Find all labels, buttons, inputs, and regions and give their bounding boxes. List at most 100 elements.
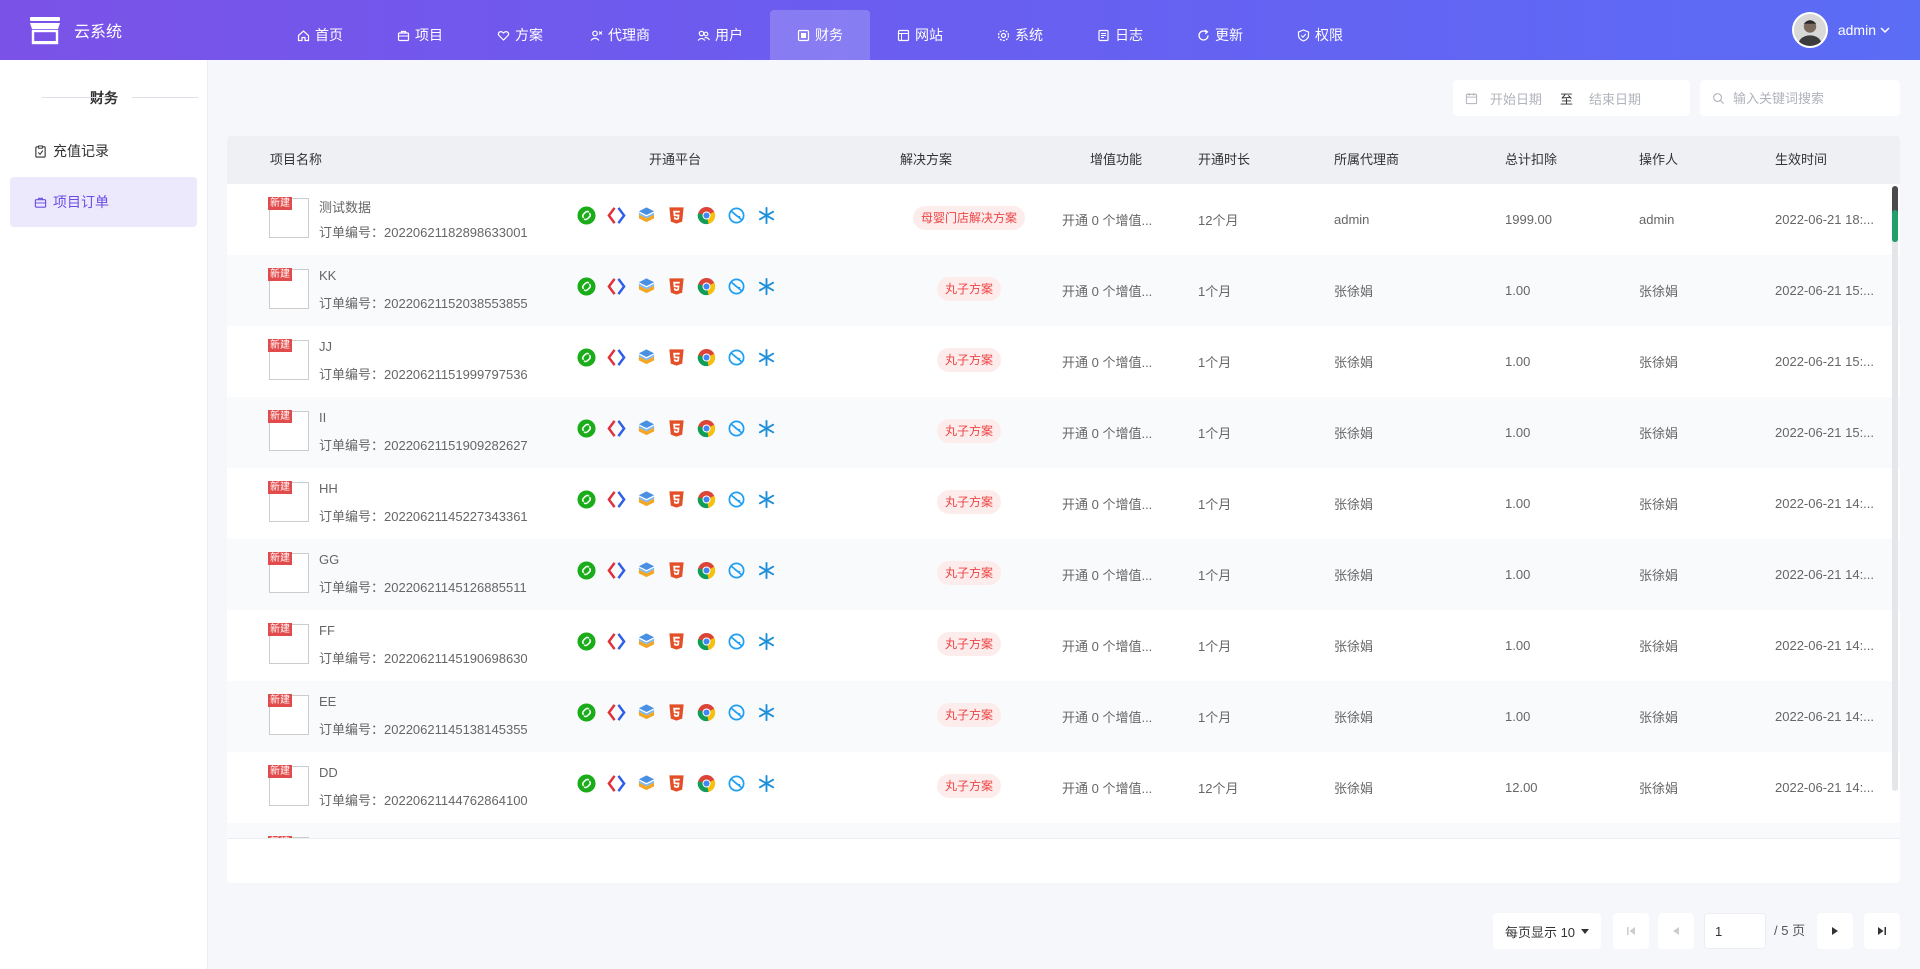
table-row[interactable]: 新建 DD 订单编号：20220621144762864100 丸子方案 开通 0 个增…	[227, 752, 1900, 823]
wechat-miniprogram-icon	[577, 561, 596, 580]
end-date-input[interactable]: 结束日期	[1589, 89, 1641, 108]
nav-item-heart[interactable]: 方案	[470, 10, 570, 60]
cell-addon: 开通 0 个增值...	[1062, 781, 1153, 796]
order-number-value: 20220621151999797536	[384, 367, 528, 382]
alipay-icon	[727, 774, 746, 793]
cell-agent: admin	[1334, 212, 1370, 227]
sidebar-item-label: 充值记录	[53, 143, 109, 159]
wechat-miniprogram-icon	[577, 348, 596, 367]
project-thumbnail: 新建	[268, 694, 309, 735]
table-row[interactable]: 新建 HH 订单编号：20220621145227343361 丸子方案 开通 0 个增…	[227, 468, 1900, 539]
nav-item-log[interactable]: 日志	[1070, 10, 1170, 60]
table-row[interactable]: 新建 II 订单编号：20220621151909282627 丸子方案 开通 0 个增…	[227, 397, 1900, 468]
start-date-input[interactable]: 开始日期	[1490, 89, 1542, 108]
nav-item-users[interactable]: 用户	[670, 10, 770, 60]
brand-name: 云系统	[74, 24, 123, 41]
nav-item-briefcase[interactable]: 项目	[370, 10, 470, 60]
baidu-icon	[637, 490, 656, 509]
cell-total: 1.00	[1505, 283, 1531, 298]
new-badge: 新建	[268, 765, 292, 778]
page-number-input[interactable]	[1704, 913, 1766, 949]
nav-item-agent[interactable]: 代理商	[570, 10, 670, 60]
prev-page-button[interactable]	[1658, 913, 1694, 949]
platform-icons	[577, 561, 787, 580]
chrome-icon	[697, 774, 716, 793]
refresh-icon	[1198, 29, 1209, 41]
avatar	[1791, 12, 1828, 48]
baidu-icon	[637, 703, 656, 722]
alipay-icon	[727, 277, 746, 296]
top-navbar: 云系统 首页 项目 方案 代理商 用户 财务 网站 系统 日志 更新 权限 admin	[0, 0, 1920, 60]
cell-agent: 张徐娟	[1334, 639, 1374, 654]
solution-tag: 丸子方案	[937, 348, 1002, 372]
col-operator: 操作人	[1639, 152, 1679, 167]
cell-addon: 开通 0 个增值...	[1062, 355, 1153, 370]
project-thumbnail: 新建	[268, 765, 309, 806]
search-input[interactable]	[1733, 90, 1893, 106]
order-number-value: 20220621144762864100	[384, 793, 528, 808]
cell-addon: 开通 0 个增值...	[1062, 426, 1153, 441]
project-name: KK	[319, 268, 337, 283]
alipay-icon	[727, 490, 746, 509]
new-badge: 新建	[268, 623, 292, 636]
chrome-icon	[697, 419, 716, 438]
table-row[interactable]: 新建 FF 订单编号：20220621145190698630 丸子方案 开通 0 个增…	[227, 610, 1900, 681]
solution-tag: 丸子方案	[937, 490, 1002, 514]
briefcase-icon	[34, 197, 47, 208]
user-menu[interactable]: admin	[1791, 12, 1890, 48]
cell-duration: 1个月	[1198, 710, 1232, 725]
next-page-button[interactable]	[1817, 913, 1853, 949]
alipay-icon	[727, 561, 746, 580]
table-scrollbar[interactable]	[1892, 186, 1898, 791]
sidebar-item-recharge-records[interactable]: 充值记录	[10, 126, 197, 176]
douyin-icon	[607, 277, 626, 296]
table-row[interactable]: 新建 测试数据 订单编号：20220621182898633001 母婴门店解决方案 开…	[227, 184, 1900, 255]
cell-operator: 张徐娟	[1639, 426, 1679, 441]
cell-addon: 开通 0 个增值...	[1062, 568, 1153, 583]
chevron-down-icon	[1880, 27, 1890, 34]
page-size-select[interactable]: 每页显示 10	[1493, 913, 1601, 949]
last-page-button[interactable]	[1864, 913, 1900, 949]
cell-effective-time: 2022-06-21 18:...	[1775, 212, 1875, 227]
nav-item-website[interactable]: 网站	[870, 10, 970, 60]
wechat-miniprogram-icon	[577, 774, 596, 793]
cell-total: 1.00	[1505, 354, 1531, 369]
nav-item-home[interactable]: 首页	[270, 10, 370, 60]
nav-item-settings[interactable]: 系统	[970, 10, 1070, 60]
html5-icon	[667, 632, 686, 651]
order-prefix: 订单编号：	[319, 580, 385, 595]
table-row[interactable]: 新建 CC	[227, 823, 1900, 838]
first-page-button[interactable]	[1613, 913, 1649, 949]
order-number-value: 20220621182898633001	[384, 225, 528, 240]
nav-item-finance[interactable]: 财务	[770, 10, 870, 60]
cell-agent: 张徐娟	[1334, 710, 1374, 725]
cell-operator: 张徐娟	[1639, 568, 1679, 583]
platform-icons	[577, 277, 787, 296]
table-row[interactable]: 新建 KK 订单编号：20220621152038553855 丸子方案 开通 0 个增…	[227, 255, 1900, 326]
nav-item-label: 用户	[715, 27, 743, 43]
html5-icon	[667, 774, 686, 793]
table-row[interactable]: 新建 EE 订单编号：20220621145138145355 丸子方案 开通 0 个增…	[227, 681, 1900, 752]
order-number: 订单编号：20220621182898633001	[319, 222, 528, 241]
date-range-picker[interactable]: 开始日期 至 结束日期	[1453, 80, 1690, 116]
nav-item-refresh[interactable]: 更新	[1170, 10, 1270, 60]
cell-effective-time: 2022-06-21 14:...	[1775, 638, 1875, 653]
settings-icon	[997, 29, 1010, 41]
nav-item-shield[interactable]: 权限	[1270, 10, 1370, 60]
wechat-miniprogram-icon	[577, 490, 596, 509]
snowflake-app-icon	[757, 277, 776, 296]
table-row[interactable]: 新建 GG 订单编号：20220621145126885511 丸子方案 开通 0 个增…	[227, 539, 1900, 610]
brand[interactable]: 云系统	[28, 14, 122, 46]
order-prefix: 订单编号：	[319, 296, 385, 311]
nav-item-label: 项目	[415, 27, 443, 43]
search-box[interactable]	[1700, 80, 1900, 116]
table-row[interactable]: 新建 JJ 订单编号：20220621151999797536 丸子方案 开通 0 个增…	[227, 326, 1900, 397]
cell-agent: 张徐娟	[1334, 568, 1374, 583]
project-name: FF	[319, 623, 335, 638]
search-icon	[1713, 92, 1725, 104]
next-page-icon	[1832, 927, 1838, 935]
html5-icon	[667, 348, 686, 367]
sidebar-item-project-orders[interactable]: 项目订单	[10, 177, 197, 227]
store-logo-icon	[30, 17, 60, 45]
platform-icons	[577, 703, 787, 722]
